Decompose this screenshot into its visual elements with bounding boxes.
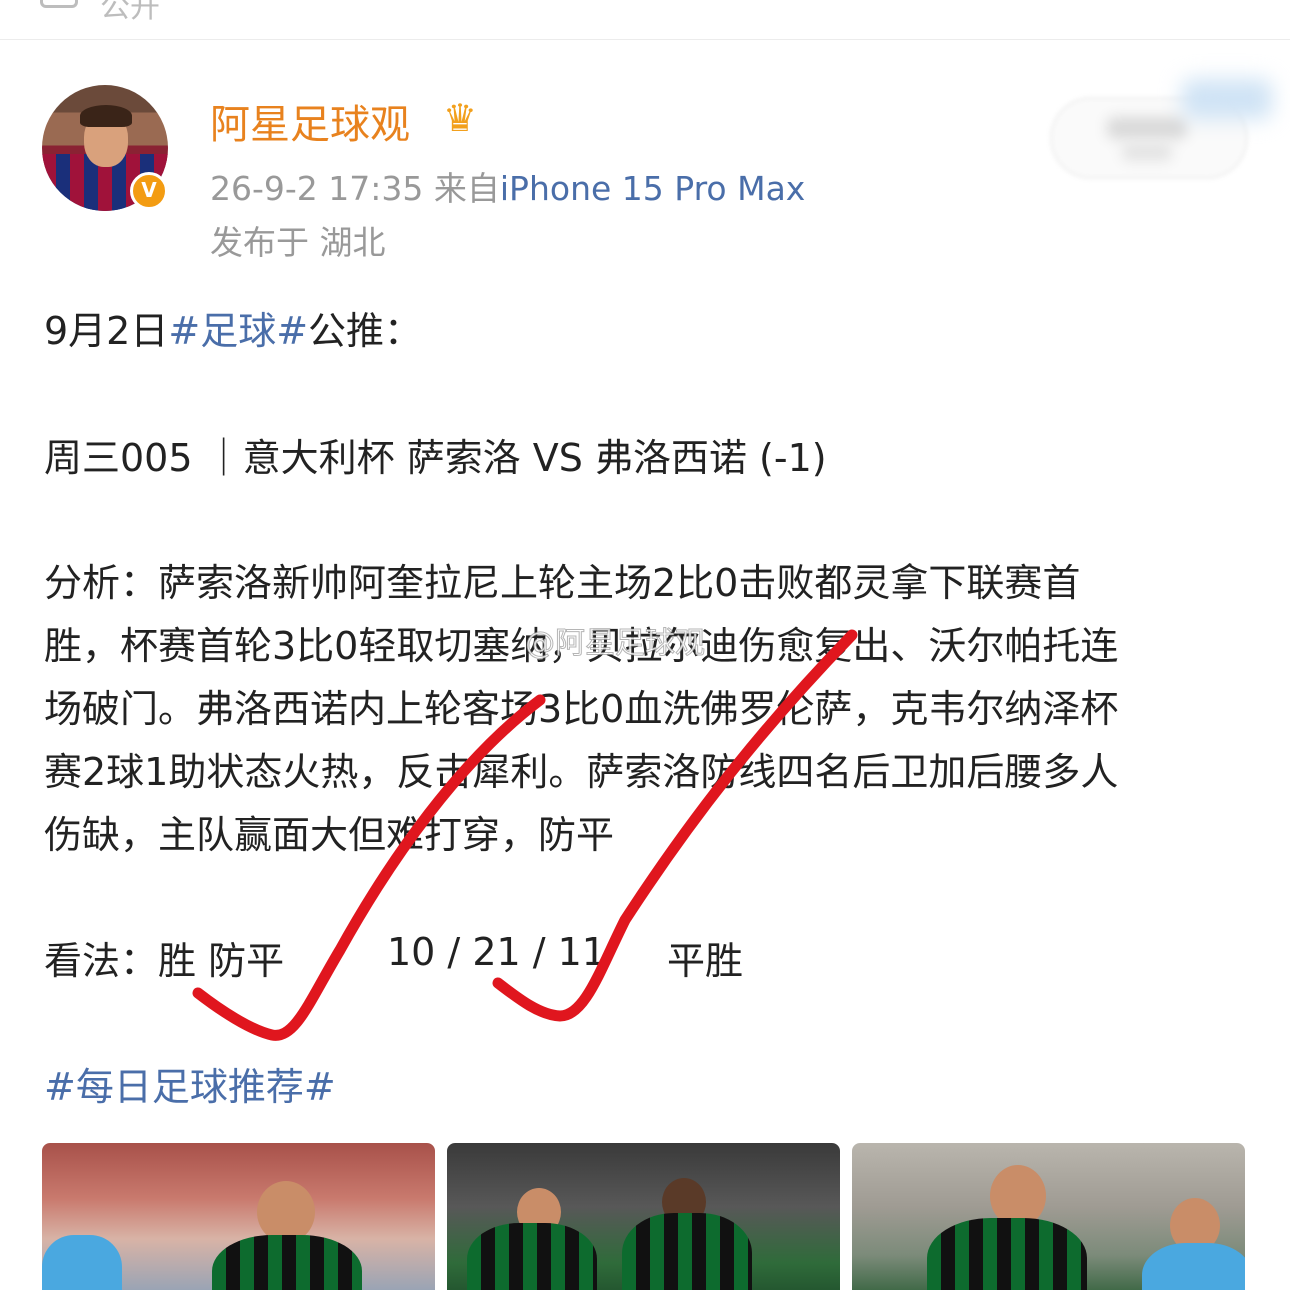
- opponent-jersey: [42, 1235, 122, 1290]
- follow-button-blur: [1122, 143, 1172, 161]
- follow-button[interactable]: [1050, 79, 1272, 179]
- player-jersey: [927, 1218, 1087, 1290]
- analysis-line: 赛2球1助状态火热，反击犀利。萨索洛防线四名后卫加后腰多人: [44, 750, 1119, 794]
- opponent-jersey: [1142, 1243, 1245, 1290]
- analysis-line: 场破门。弗洛西诺内上轮客场3比0血洗佛罗伦萨，克韦尔纳泽杯: [44, 687, 1119, 731]
- privacy-label: 公开: [100, 0, 160, 25]
- source-prefix: 来自: [433, 169, 500, 208]
- verdict-label: 看法：胜 防平: [44, 939, 285, 983]
- post-location: 发布于 湖北: [210, 223, 386, 262]
- follow-button-blur: [1107, 117, 1187, 139]
- avatar-hair: [80, 105, 132, 127]
- verified-badge-icon: V: [130, 172, 168, 210]
- analysis-line: 分析：萨索洛新帅阿奎拉尼上轮主场2比0击败都灵拿下联赛首: [44, 561, 1081, 605]
- author-name[interactable]: 阿星足球观: [210, 92, 410, 150]
- player-head: [257, 1181, 315, 1243]
- post-intro: 9月2日#足球#公推：: [44, 300, 422, 355]
- device-link[interactable]: iPhone 15 Pro Max: [500, 169, 805, 208]
- player-jersey: [212, 1235, 362, 1290]
- intro-suffix: 公推：: [308, 309, 423, 353]
- privacy-strip: 公开: [0, 0, 1290, 40]
- post-meta: 26-9-2 17:35 来自iPhone 15 Pro Max: [210, 162, 805, 210]
- analysis-line: 伤缺，主队赢面大但难打穿，防平: [44, 813, 615, 857]
- match-line: 周三005 ｜意大利杯 萨索洛 VS 弗洛西诺 (-1): [44, 436, 827, 480]
- post-timestamp: 26-9-2 17:35: [210, 169, 424, 208]
- topic-tag-football[interactable]: #足球#: [168, 309, 308, 353]
- crown-icon: ♛: [443, 96, 478, 140]
- intro-date: 9月2日: [44, 309, 169, 353]
- player-jersey: [622, 1213, 752, 1290]
- follow-button-blur: [1182, 79, 1272, 119]
- player-jersey: [467, 1223, 597, 1290]
- post-image-3[interactable]: [852, 1143, 1245, 1290]
- topic-tag-daily[interactable]: #每日足球推荐#: [44, 1056, 336, 1111]
- post-image-2[interactable]: [447, 1143, 840, 1290]
- verdict-score: 10 / 21 / 11: [387, 930, 606, 974]
- verdict-result: 平胜: [667, 939, 744, 983]
- post-image-1[interactable]: [42, 1143, 435, 1290]
- lock-icon: [40, 0, 78, 8]
- watermark: @阿星足球观: [525, 626, 706, 662]
